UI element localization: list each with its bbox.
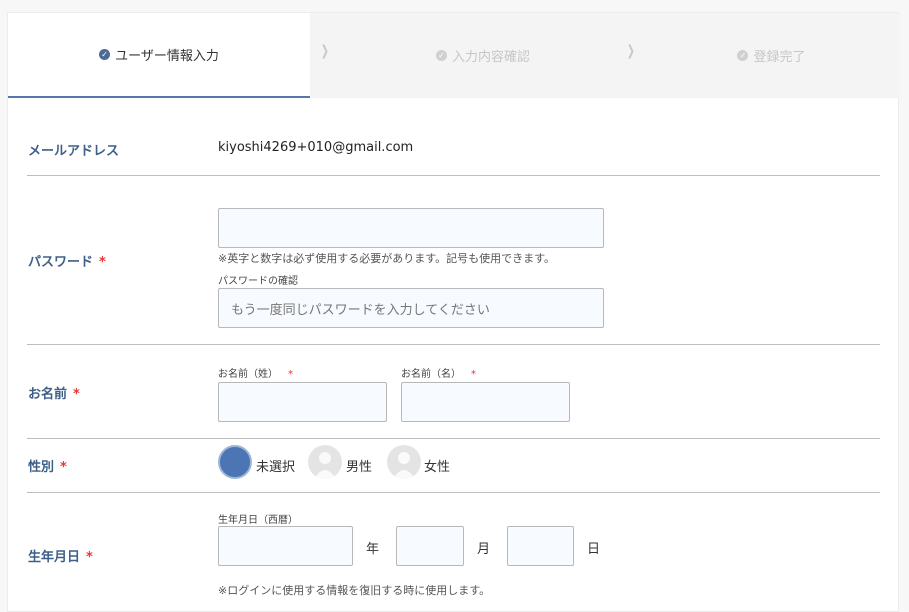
month-unit: 月 <box>477 542 491 557</box>
chevron-right-icon: ❯ <box>626 43 635 59</box>
gender-unselected-radio[interactable] <box>218 445 252 479</box>
step-complete: ✓ 登録完了 <box>643 13 900 98</box>
step-label: 登録完了 <box>753 50 806 65</box>
check-circle-icon: ✓ <box>737 50 749 61</box>
required-mark: * <box>73 387 80 402</box>
password-input[interactable] <box>218 208 604 248</box>
password-confirm-label: パスワードの確認 <box>218 276 298 287</box>
birth-year-input[interactable] <box>218 526 353 566</box>
name-label: お名前 * <box>28 383 80 402</box>
last-name-input[interactable] <box>218 382 387 422</box>
chevron-right-icon: ❯ <box>320 43 329 59</box>
required-mark: * <box>60 460 67 475</box>
check-circle-icon: ✓ <box>435 50 447 61</box>
birth-month-input[interactable] <box>396 526 464 566</box>
divider <box>27 344 880 345</box>
last-name-label-text: お名前（姓） <box>218 369 278 380</box>
step-label: ユーザー情報入力 <box>115 49 219 64</box>
password-confirm-input[interactable]: もう一度同じパスワードを入力してください <box>218 288 604 328</box>
required-mark: * <box>99 255 106 270</box>
male-avatar-icon[interactable] <box>308 445 342 479</box>
email-value: kiyoshi4269+010@gmail.com <box>218 140 414 155</box>
required-mark: * <box>288 369 293 380</box>
birthday-label-text: 生年月日 <box>28 550 81 565</box>
password-note: ※英字と数字は必ず使用する必要があります。記号も使用できます。 <box>218 252 556 265</box>
first-name-input[interactable] <box>401 382 570 422</box>
birthday-sub-label: 生年月日（西暦） <box>218 515 298 526</box>
birthday-label: 生年月日 * <box>28 546 93 565</box>
password-label-text: パスワード <box>28 255 94 270</box>
step-label: 入力内容確認 <box>451 50 530 65</box>
divider <box>27 175 880 176</box>
required-mark: * <box>471 369 476 380</box>
password-label: パスワード * <box>28 251 106 270</box>
divider <box>27 492 880 493</box>
required-mark: * <box>86 550 93 565</box>
gender-option-label: 未選択 <box>256 460 296 475</box>
registration-card: ✓ ユーザー情報入力 ❯ ✓ 入力内容確認 ❯ ✓ 登録完了 メールアドレス k… <box>7 12 900 612</box>
person-icon <box>393 452 415 479</box>
year-unit: 年 <box>366 542 380 557</box>
divider <box>27 438 880 439</box>
gender-option-label: 女性 <box>424 460 451 475</box>
birth-day-input[interactable] <box>507 526 574 566</box>
gender-option-label: 男性 <box>346 460 373 475</box>
first-name-label-text: お名前（名） <box>401 369 461 380</box>
step-user-info: ✓ ユーザー情報入力 <box>8 13 310 98</box>
check-circle-icon: ✓ <box>99 49 111 60</box>
gender-label-text: 性別 <box>28 460 55 475</box>
name-label-text: お名前 <box>28 387 68 402</box>
step-indicator: ✓ ユーザー情報入力 ❯ ✓ 入力内容確認 ❯ ✓ 登録完了 <box>8 13 900 98</box>
email-label: メールアドレス <box>28 140 119 159</box>
gender-label: 性別 * <box>28 456 67 475</box>
last-name-label: お名前（姓） * <box>218 365 293 380</box>
day-unit: 日 <box>587 542 601 557</box>
birthday-note: ※ログインに使用する情報を復旧する時に使用します。 <box>218 584 491 597</box>
first-name-label: お名前（名） * <box>401 365 476 380</box>
person-icon <box>314 452 336 479</box>
email-label-text: メールアドレス <box>28 144 120 159</box>
step-confirm: ✓ 入力内容確認 <box>338 13 628 98</box>
female-avatar-icon[interactable] <box>387 445 421 479</box>
